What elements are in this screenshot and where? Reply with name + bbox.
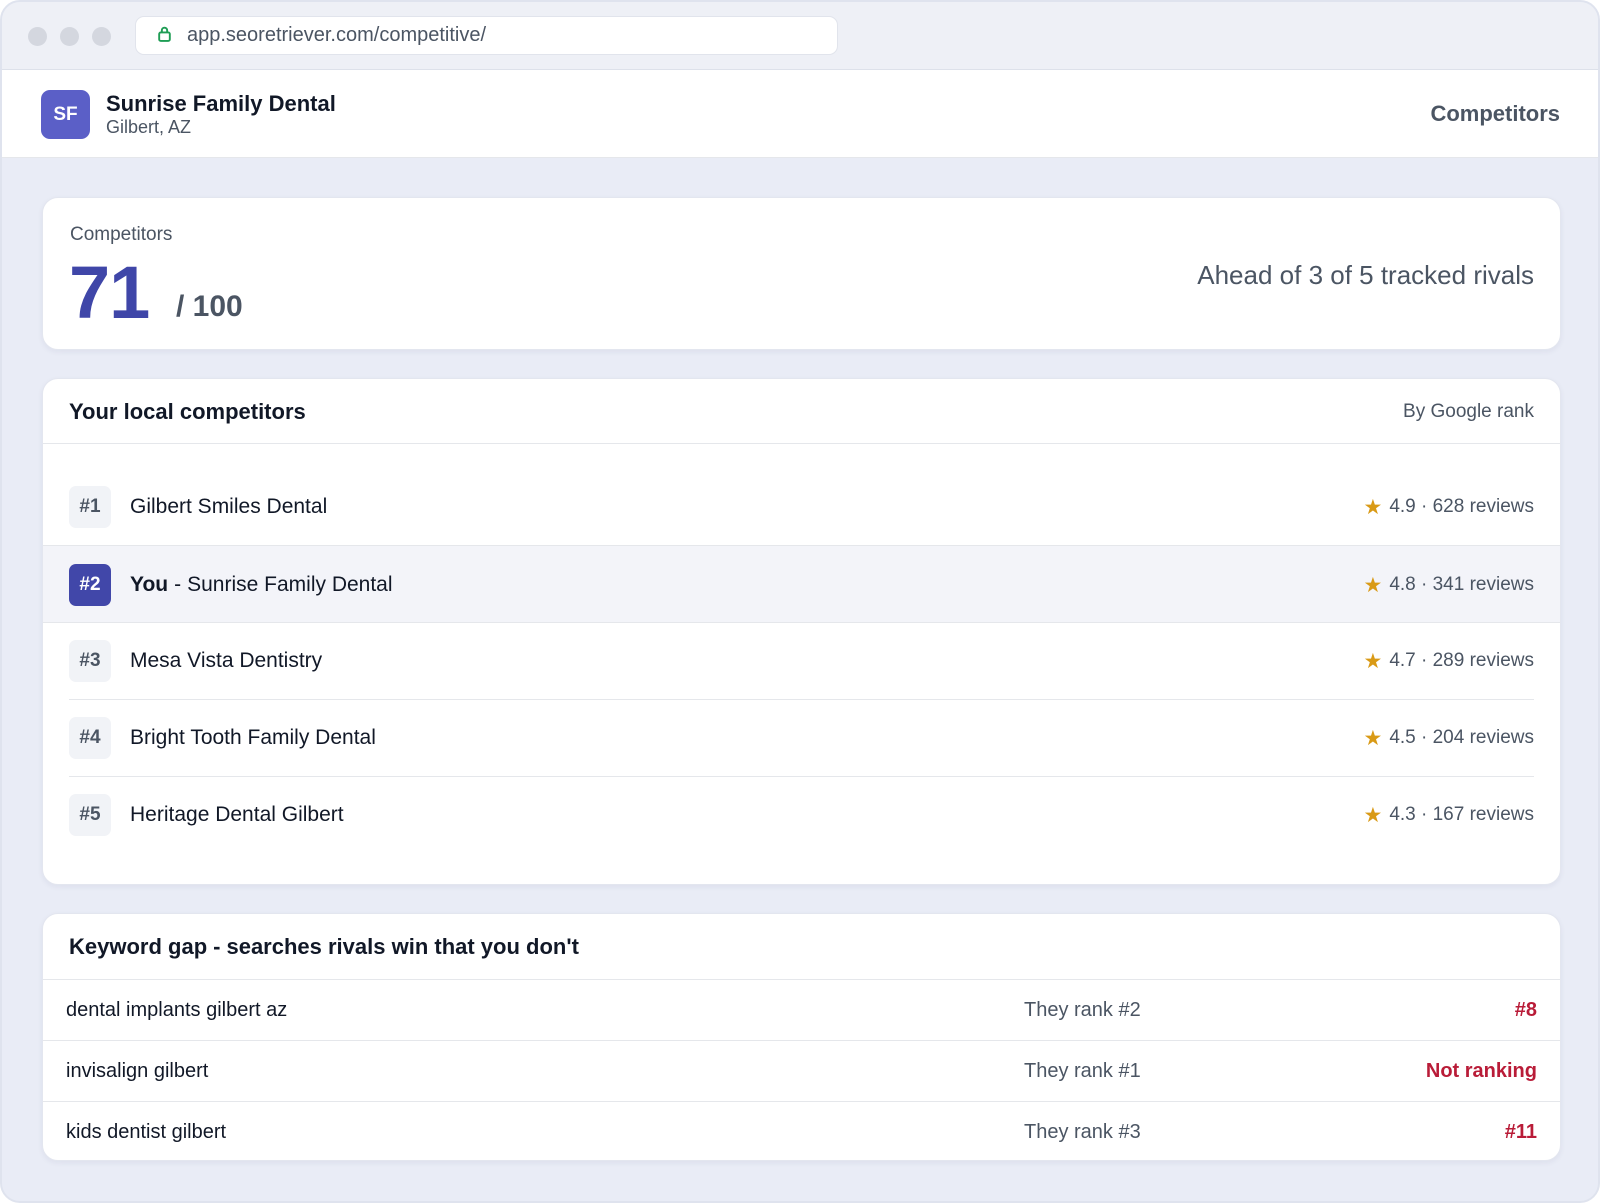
competitor-row[interactable]: #5 Heritage Dental Gilbert ★ 4.3 · 167 r… (43, 776, 1560, 854)
competitor-row-you[interactable]: #2 You - Sunrise Family Dental ★ 4.8 · 341… (43, 545, 1560, 623)
address-bar[interactable]: app.seoretriever.com/competitive/ (135, 16, 838, 55)
rank-badge: #2 (69, 564, 111, 606)
title-separator: - (213, 934, 221, 959)
rating-text: 4.3 · 167 reviews (1389, 804, 1534, 825)
your-rank: #11 (1504, 1121, 1537, 1143)
competitor-name: Heritage Dental Gilbert (130, 803, 344, 826)
app-header: SF Sunrise Family Dental Gilbert, AZ Com… (2, 70, 1598, 158)
keyword-row[interactable]: kids dentist gilbert They rank #3 #11 (43, 1102, 1560, 1160)
window-minimize-dot[interactable] (60, 27, 79, 46)
you-tag: You (130, 573, 169, 596)
star-icon: ★ (1363, 495, 1383, 519)
competitor-name: Mesa Vista Dentistry (130, 649, 323, 672)
competitor-row[interactable]: #4 Bright Tooth Family Dental ★ 4.5 · 20… (43, 699, 1560, 777)
competitor-name: Bright Tooth Family Dental (130, 726, 376, 749)
score-label: Competitors (70, 224, 173, 245)
rating-text: 4.7 · 289 reviews (1389, 650, 1534, 671)
competitors-header: Your local competitors By Google rank (43, 379, 1560, 444)
your-rank: #8 (1514, 999, 1537, 1021)
name-separator: - (174, 573, 182, 596)
browser-window: app.seoretriever.com/competitive/ SF Sun… (0, 0, 1600, 1203)
sort-label[interactable]: By Google rank (1403, 401, 1534, 423)
competitor-rating: ★ 4.5 · 204 reviews (1363, 727, 1534, 749)
rating-text: 4.8 · 341 reviews (1389, 574, 1534, 595)
competitor-rating: ★ 4.7 · 289 reviews (1363, 650, 1534, 672)
score-value: 71 (69, 251, 150, 334)
rank-badge: #5 (69, 794, 111, 836)
rival-rank: They rank #1 (1024, 1060, 1141, 1082)
business-avatar: SF (41, 90, 90, 139)
keyword-text: kids dentist gilbert (66, 1121, 227, 1143)
keyword-gap-title-main: Keyword gap (69, 934, 208, 959)
business-name: Sunrise Family Dental (106, 91, 336, 116)
nav-competitors[interactable]: Competitors (1430, 101, 1560, 127)
keyword-gap-header: Keyword gap - searches rivals win that you… (43, 914, 1560, 980)
keyword-row[interactable]: invisalign gilbert They rank #1 Not rank… (43, 1041, 1560, 1102)
url-text: app.seoretriever.com/competitive/ (187, 24, 487, 46)
rank-badge: #4 (69, 717, 111, 759)
keyword-gap-card: Keyword gap - searches rivals win that you… (42, 913, 1561, 1161)
your-business-name: Sunrise Family Dental (187, 573, 393, 596)
your-rank: Not ranking (1425, 1060, 1537, 1082)
competitor-row[interactable]: #1 Gilbert Smiles Dental ★ 4.9 · 628 rev… (43, 468, 1560, 546)
keyword-text: invisalign gilbert (66, 1060, 209, 1082)
competitor-rating: ★ 4.3 · 167 reviews (1363, 804, 1534, 826)
rival-rank: They rank #2 (1024, 999, 1141, 1021)
score-summary: Ahead of 3 of 5 tracked rivals (1197, 260, 1534, 290)
competitor-name: Gilbert Smiles Dental (130, 495, 328, 518)
rank-badge: #3 (69, 640, 111, 682)
competitor-row[interactable]: #3 Mesa Vista Dentistry ★ 4.7 · 289 revi… (43, 622, 1560, 700)
star-icon: ★ (1363, 573, 1383, 597)
competitors-title: Your local competitors (69, 399, 306, 424)
competitor-rating: ★ 4.8 · 341 reviews (1363, 574, 1534, 596)
window-close-dot[interactable] (28, 27, 47, 46)
score-card: Competitors 71 / 100 Ahead of 3 of 5 tra… (42, 197, 1561, 350)
keyword-row[interactable]: dental implants gilbert az They rank #2 … (43, 980, 1560, 1041)
star-icon: ★ (1363, 726, 1383, 750)
browser-chrome: app.seoretriever.com/competitive/ (2, 2, 1598, 70)
star-icon: ★ (1363, 803, 1383, 827)
lock-icon (156, 25, 187, 47)
window-maximize-dot[interactable] (92, 27, 111, 46)
competitor-rating: ★ 4.9 · 628 reviews (1363, 496, 1534, 518)
keyword-text: dental implants gilbert az (66, 999, 288, 1021)
rival-rank: They rank #3 (1024, 1121, 1141, 1143)
rank-badge: #1 (69, 486, 111, 528)
score-max: / 100 (176, 290, 243, 323)
keyword-gap-subtitle: searches rivals win that you don't (226, 934, 579, 959)
business-location: Gilbert, AZ (106, 117, 192, 137)
star-icon: ★ (1363, 649, 1383, 673)
rating-text: 4.9 · 628 reviews (1389, 496, 1534, 517)
rating-text: 4.5 · 204 reviews (1389, 727, 1534, 748)
competitors-card: Your local competitors By Google rank #1… (42, 378, 1561, 885)
keyword-gap-title: Keyword gap - searches rivals win that you… (69, 934, 579, 960)
competitor-name: You - Sunrise Family Dental (130, 573, 393, 597)
